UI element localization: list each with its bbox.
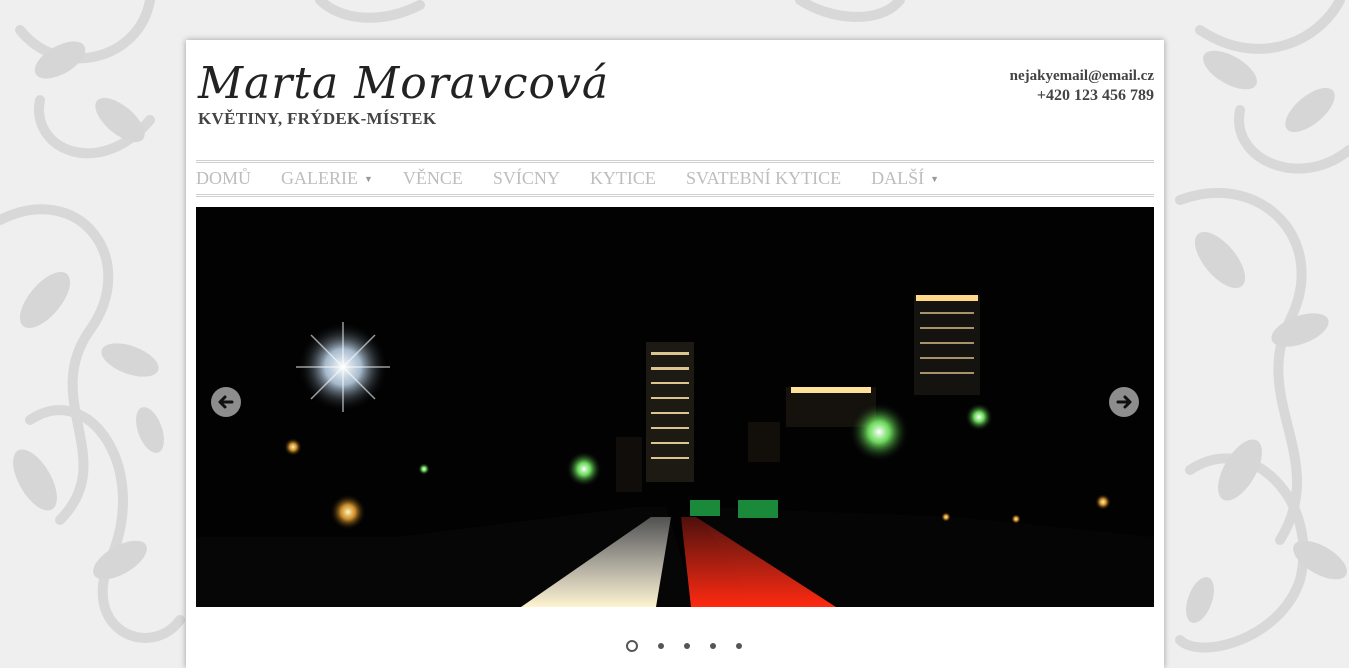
site-title[interactable]: Marta Moravcová [198, 58, 609, 109]
slider-dot-3[interactable] [684, 643, 690, 649]
contact-phone: +420 123 456 789 [1036, 87, 1154, 104]
main-navigation: DOMŮ GALERIE ▼ VĚNCE SVÍCNY KYTICE SVATEB… [196, 160, 1154, 197]
nav-item-label: DALŠÍ [871, 168, 925, 188]
nav-item-domu[interactable]: DOMŮ [196, 168, 251, 189]
nav-item-svatebni-kytice[interactable]: SVATEBNÍ KYTICE [686, 168, 841, 189]
arrow-right-icon [1116, 395, 1132, 409]
slider-pagination [616, 640, 752, 652]
chevron-down-icon: ▼ [930, 173, 940, 184]
nav-item-dalsi[interactable]: DALŠÍ ▼ [871, 168, 939, 189]
page-container: Marta Moravcová KVĚTINY, FRÝDEK-MÍSTEK n… [186, 40, 1164, 668]
nav-item-label: SVÍCNY [492, 168, 560, 188]
contact-info: nejakyemail@email.cz +420 123 456 789 [1010, 66, 1154, 106]
chevron-down-icon: ▼ [364, 173, 373, 184]
nav-item-vence[interactable]: VĚNCE [403, 168, 463, 189]
slide-image-night-city [196, 207, 1154, 607]
slider-dot-1[interactable] [626, 640, 638, 652]
nav-item-label: KYTICE [589, 168, 656, 188]
nav-item-label: VĚNCE [402, 168, 463, 188]
nav-item-svicny[interactable]: SVÍCNY [493, 168, 560, 189]
site-subtitle: KVĚTINY, FRÝDEK-MÍSTEK [198, 109, 437, 128]
nav-item-label: DOMŮ [196, 168, 252, 188]
contact-email[interactable]: nejakyemail@email.cz [1010, 66, 1154, 86]
slider-next-button[interactable] [1109, 387, 1139, 417]
nav-item-kytice[interactable]: KYTICE [590, 168, 656, 189]
nav-item-galerie[interactable]: GALERIE ▼ [281, 168, 373, 189]
image-slider[interactable] [196, 207, 1154, 607]
slider-prev-button[interactable] [211, 387, 241, 417]
nav-item-label: SVATEBNÍ KYTICE [685, 168, 842, 188]
nav-item-label: GALERIE [281, 168, 358, 188]
slider-dot-4[interactable] [710, 643, 716, 649]
slider-dot-2[interactable] [658, 643, 664, 649]
slider-dot-5[interactable] [736, 643, 742, 649]
arrow-left-icon [218, 395, 234, 409]
